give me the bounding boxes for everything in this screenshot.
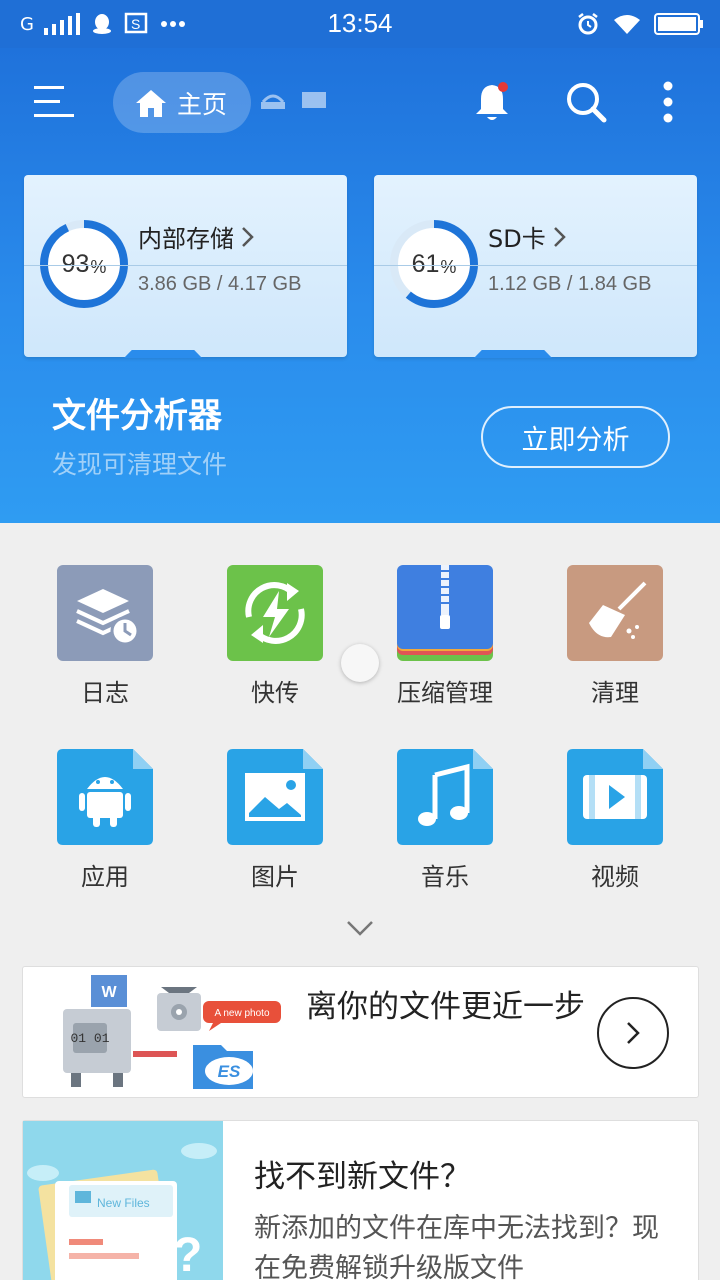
wifi-icon (614, 15, 640, 34)
category-apps[interactable]: 应用 (20, 707, 190, 891)
category-label: 日志 (81, 679, 129, 707)
notification-button[interactable] (470, 78, 514, 126)
storage-name: SD卡 (488, 219, 568, 254)
usage-percent-value: 93 (61, 249, 90, 278)
card-divider (374, 265, 697, 266)
overflow-menu-button[interactable] (658, 78, 678, 126)
chevron-down-icon[interactable] (346, 918, 374, 938)
category-archive[interactable]: 压缩管理 (360, 523, 530, 707)
storage-name-label: SD卡 (488, 225, 546, 253)
category-quick-transfer[interactable]: 快传 (190, 523, 360, 707)
analyzer-title: 文件分析器 (52, 396, 222, 436)
broom-icon (567, 565, 663, 661)
hero-panel: 主页 93 % 内部存储 3.86 GB / 4.17 GB 61 % SD卡 … (0, 48, 720, 523)
category-label: 音乐 (421, 863, 469, 891)
file-machine-illustration: W 01 01 A new photo ES (63, 975, 281, 1089)
floating-assist-button[interactable] (341, 644, 379, 682)
card-notch (474, 350, 552, 358)
storage-usage: 3.86 GB / 4.17 GB (138, 273, 302, 295)
usage-percent-value: 61 (411, 249, 440, 278)
promo-card-new-files[interactable]: New Files ? 找不到新文件？ 新添加的文件在库中无法找到？现在免费解锁… (22, 1120, 699, 1280)
category-label: 图片 (251, 863, 299, 891)
storage-name-label: 内部存储 (138, 225, 234, 253)
category-label: 快传 (251, 679, 299, 707)
search-icon (567, 83, 607, 123)
bell-icon (476, 82, 508, 120)
toolbar: 主页 (0, 48, 720, 158)
category-images[interactable]: 图片 (190, 707, 360, 891)
category-clean[interactable]: 清理 (530, 523, 700, 707)
illus-binary-label: 01 01 (70, 1031, 109, 1046)
network-icon[interactable] (259, 90, 287, 110)
category-video[interactable]: 视频 (530, 707, 700, 891)
usage-percent: 61% (388, 218, 480, 310)
more-vertical-icon (663, 81, 673, 123)
alarm-icon (578, 13, 598, 35)
new-files-illustration: New Files ? (23, 1121, 223, 1280)
chevron-right-icon (553, 226, 566, 247)
storage-card-sd[interactable]: 61% SD卡 1.12 GB / 1.84 GB (374, 175, 697, 358)
category-label: 压缩管理 (397, 679, 493, 707)
category-log[interactable]: 日志 (20, 523, 190, 707)
chevron-right-icon (242, 226, 254, 247)
promo-text: 离你的文件更近一步 (306, 989, 585, 1025)
promo-title: 找不到新文件？ (254, 1159, 471, 1195)
category-label: 视频 (591, 863, 639, 891)
storage-usage: 1.12 GB / 1.84 GB (488, 273, 652, 295)
home-icon (136, 89, 166, 117)
category-grid: 日志 快传 压缩管理 清理 应用 图片 音乐 视频 (0, 523, 720, 923)
illus-bubble-label: A new photo (214, 1008, 269, 1019)
promo-go-button[interactable] (597, 997, 669, 1069)
card-notch (124, 350, 202, 358)
archive-icon (397, 565, 493, 661)
illus-brand-label: ES (218, 1062, 241, 1081)
promo-card-closer[interactable]: W 01 01 A new photo ES 离你的文件更近一步 (22, 966, 699, 1098)
quick-transfer-icon (227, 565, 323, 661)
storage-name: 内部存储 (138, 219, 256, 254)
category-music[interactable]: 音乐 (360, 707, 530, 891)
toolbar-actions (470, 78, 678, 126)
log-icon (57, 565, 153, 661)
menu-icon[interactable] (34, 84, 76, 120)
category-label: 应用 (81, 863, 129, 891)
usage-percent-sign: % (440, 256, 457, 277)
analyzer-subtitle: 发现可清理文件 (52, 450, 228, 479)
usage-percent-sign: % (90, 256, 107, 277)
storage-icon[interactable] (301, 90, 327, 110)
home-label: 主页 (177, 89, 228, 119)
promo-description: 新添加的文件在库中无法找到？现在免费解锁升级版文件 (254, 1213, 659, 1280)
illus-doc-label: W (101, 984, 117, 1001)
category-label: 清理 (591, 679, 639, 707)
battery-icon (654, 13, 703, 35)
storage-card-internal[interactable]: 93% 内部存储 3.86 GB / 4.17 GB (24, 175, 347, 358)
status-bar: G S 13:54 (0, 0, 720, 48)
chevron-right-icon (627, 1022, 640, 1044)
home-tab[interactable]: 主页 (113, 72, 251, 133)
quick-location-icons (259, 90, 327, 110)
search-button[interactable] (564, 78, 608, 126)
video-icon (567, 749, 663, 845)
music-icon (397, 749, 493, 845)
android-icon (57, 749, 153, 845)
status-right (576, 9, 704, 39)
image-icon (227, 749, 323, 845)
svg-text:?: ? (173, 1229, 202, 1280)
illus-new-files-label: New Files (97, 1196, 150, 1210)
card-divider (24, 265, 347, 266)
analyze-now-button[interactable]: 立即分析 (481, 406, 670, 468)
usage-percent: 93% (38, 218, 130, 310)
